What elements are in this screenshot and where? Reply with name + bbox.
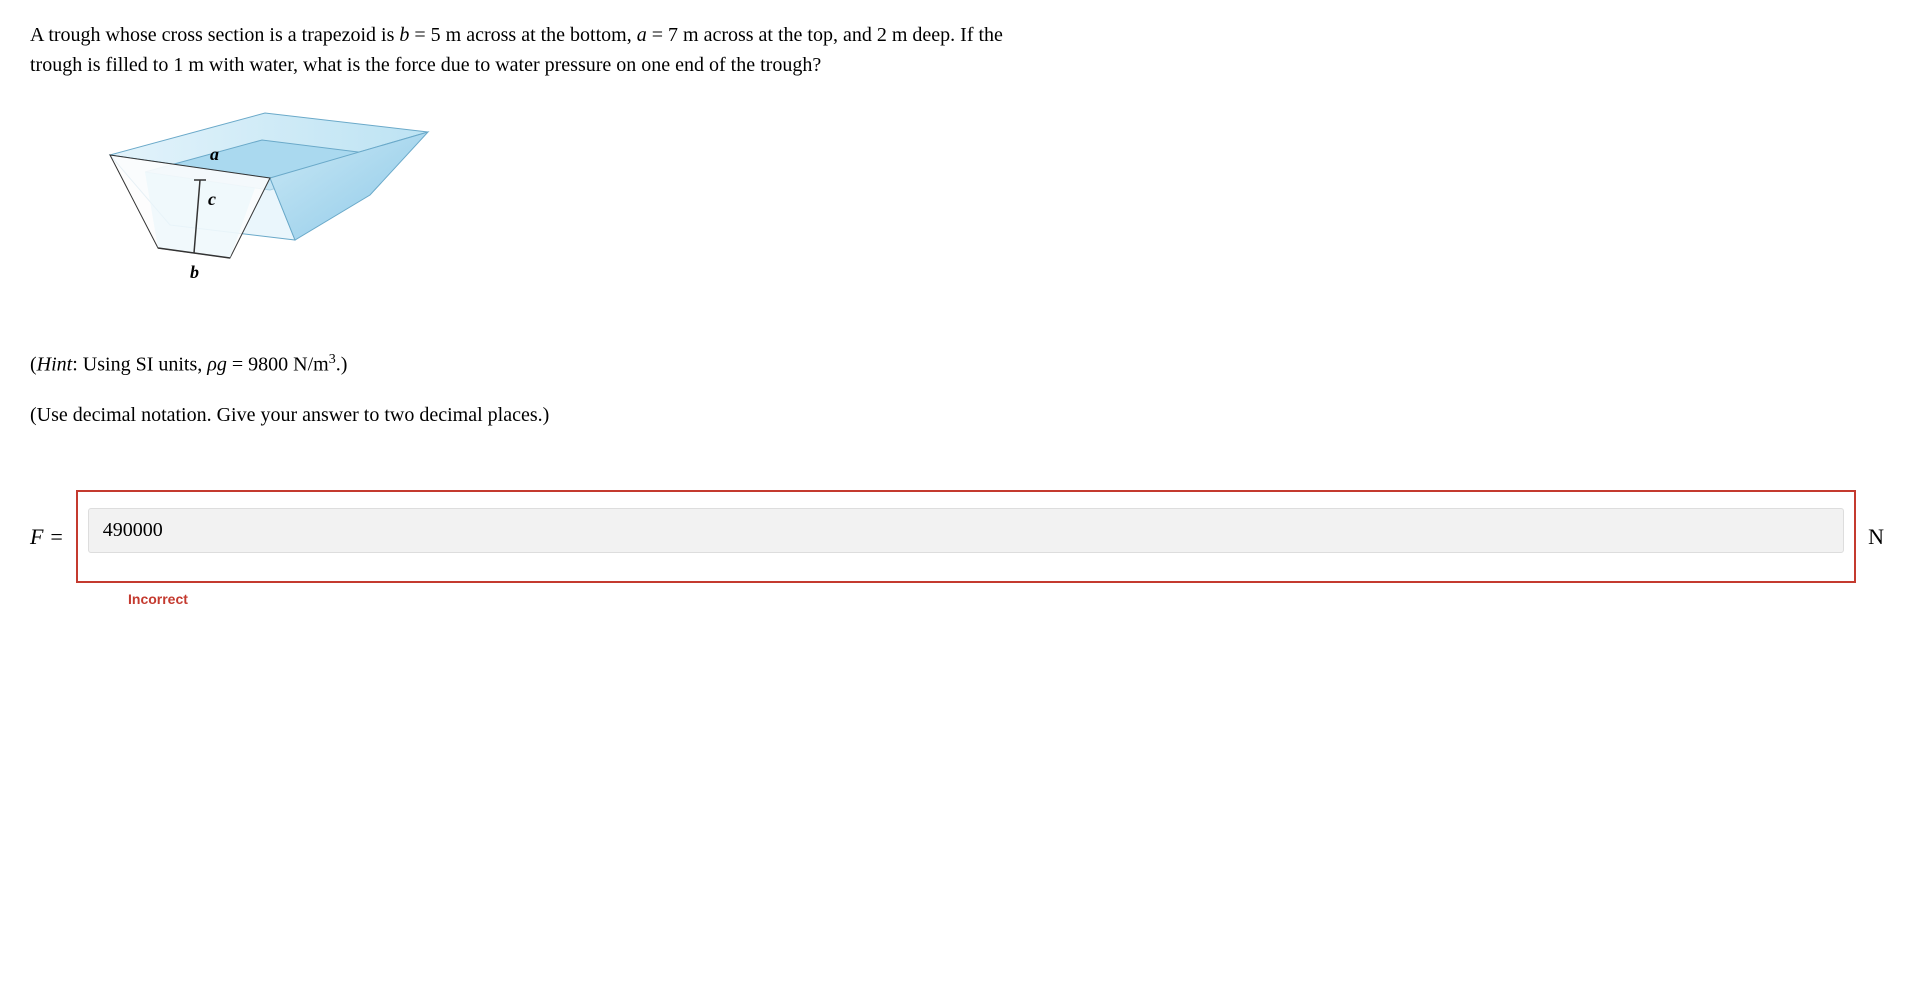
instruction-text: (Use decimal notation. Give your answer … [30, 400, 1884, 430]
answer-variable-label: F = [30, 520, 64, 553]
diagram-label-b: b [190, 262, 199, 282]
answer-input[interactable] [88, 508, 1844, 553]
hint-text: (Hint: Using SI units, ρg = 9800 N/m3.) [30, 349, 1884, 380]
q-part1: A trough whose cross section is a trapez… [30, 24, 399, 46]
answer-section: F = N [30, 490, 1884, 583]
var-rhog: ρg [207, 354, 227, 376]
var-b: b [399, 24, 409, 46]
question-text: A trough whose cross section is a trapez… [30, 20, 1884, 80]
diagram-label-a: a [210, 144, 219, 164]
hint-label: Hint [37, 354, 73, 376]
q-eq1: = 5 m across at the bottom, [409, 24, 636, 46]
trough-diagram: a c b [90, 110, 1884, 309]
q-line2: trough is filled to 1 m with water, what… [30, 54, 821, 76]
answer-unit: N [1868, 520, 1884, 553]
var-a: a [637, 24, 647, 46]
feedback-text: Incorrect [128, 589, 1884, 610]
q-eq2: = 7 m across at the top, and 2 m deep. I… [647, 24, 1003, 46]
diagram-label-c: c [208, 189, 216, 209]
answer-box [76, 490, 1856, 583]
